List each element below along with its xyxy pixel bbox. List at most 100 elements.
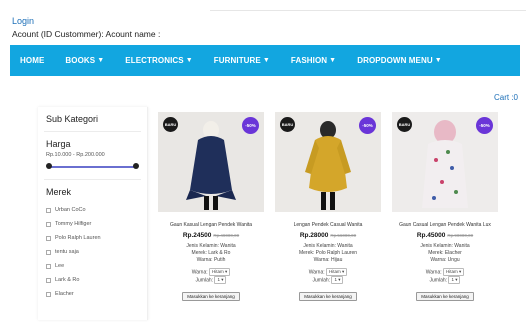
color-select[interactable]: Hitam ▾ [326, 268, 348, 276]
brand-option[interactable]: Polo Ralph Lauren [46, 231, 139, 245]
brand-label: Tommy Hilfiger [55, 221, 92, 227]
product-options: Warna: Hitam ▾ Jumlah: 1 ▾ [275, 268, 381, 285]
price-slider-min-handle[interactable] [46, 163, 52, 169]
product-details: Jenis Kelamin: Wanita Merek: Lark & Ro W… [158, 243, 264, 264]
product-card[interactable]: BARU -50% Gaun Kasual Lengan Pendek Wani… [158, 112, 264, 322]
brand-checkbox[interactable] [46, 221, 51, 227]
brand-checkbox[interactable] [46, 263, 51, 269]
caret-down-icon: ▼ [185, 57, 193, 64]
product-price: Rp.24500 [182, 232, 212, 239]
qty-select-value: 1 [217, 277, 220, 283]
nav-electronics-label: ELECTRONICS [125, 56, 184, 65]
price-range-label: Rp.10.000 - Rp.200.000 [46, 152, 105, 158]
product-color: Warna: Hijau [313, 257, 343, 263]
color-select-label: Warna: [425, 269, 442, 276]
nav-home-label: HOME [20, 56, 45, 65]
color-select-label: Warna: [191, 269, 208, 276]
price-slider[interactable] [46, 162, 139, 172]
brand-label: Polo Ralph Lauren [55, 235, 101, 241]
brand-label: Elacher [55, 291, 74, 297]
product-image[interactable]: BARU -50% [392, 112, 498, 212]
discount-badge: -50% [359, 117, 376, 134]
product-name[interactable]: Lengan Pendek Casual Wanita [275, 222, 381, 228]
color-select-value: Hitam [212, 269, 224, 274]
product-color: Warna: Ungu [430, 257, 460, 263]
nav-books-label: BOOKS [65, 56, 96, 65]
brand-checkbox[interactable] [46, 235, 51, 241]
price-slider-max-handle[interactable] [133, 163, 139, 169]
brand-option[interactable]: Tommy Hilfiger [46, 217, 139, 231]
qty-select[interactable]: 1 ▾ [448, 276, 461, 285]
product-brand: Merek: Lark & Ro [191, 250, 231, 256]
product-old-price: Rp.56000,00 [330, 233, 357, 238]
qty-select[interactable]: 1 ▾ [214, 276, 227, 285]
brand-label: Lark & Ro [55, 277, 80, 283]
sub-category-section[interactable]: Sub Kategori [38, 107, 147, 131]
brand-filter: Merek Urban CoCo Tommy Hilfiger Polo Ral… [38, 180, 147, 308]
product-image[interactable]: BARU -50% [158, 112, 264, 212]
product-card[interactable]: BARU -50% Gaun Casual Lengan Pendek Wani… [392, 112, 498, 322]
product-old-price: Rp.90000,00 [447, 233, 474, 238]
nav-books[interactable]: BOOKS ▼ [65, 56, 104, 65]
brand-checkbox[interactable] [46, 207, 51, 213]
caret-down-icon: ▼ [262, 57, 270, 64]
nav-home[interactable]: HOME [20, 56, 44, 65]
qty-select-label: Jumlah: [312, 277, 331, 284]
product-price: Rp.45000 [416, 232, 446, 239]
discount-badge: -50% [476, 117, 493, 134]
product-card[interactable]: BARU -50% Lengan Pendek Casual Wanita Rp… [275, 112, 381, 322]
nav-furniture[interactable]: FURNITURE ▼ [214, 56, 270, 65]
nav-electronics[interactable]: ELECTRONICS ▼ [125, 56, 192, 65]
brand-label: Lee [55, 263, 65, 269]
brand-list: Urban CoCo Tommy Hilfiger Polo Ralph Lau… [46, 203, 139, 301]
add-to-cart-button[interactable]: Masukkan ke keranjang [416, 291, 474, 301]
price-row: Rp.24500 Rp.49000,00 [158, 232, 264, 239]
product-details: Jenis Kelamin: Wanita Merek: Polo Ralph … [275, 243, 381, 264]
color-select[interactable]: Hitam ▾ [209, 268, 231, 276]
nav-fashion[interactable]: FASHION ▼ [291, 56, 336, 65]
qty-select-value: 1 [334, 277, 337, 283]
price-filter: Harga Rp.10.000 - Rp.200.000 [38, 132, 147, 179]
product-name[interactable]: Gaun Kasual Lengan Pendek Wanita [158, 222, 264, 228]
qty-select[interactable]: 1 ▾ [331, 276, 344, 285]
caret-down-icon: ▼ [329, 57, 337, 64]
cart-link[interactable]: Cart :0 [494, 93, 518, 102]
top-divider [210, 10, 526, 11]
color-select[interactable]: Hitam ▾ [443, 268, 465, 276]
brand-checkbox[interactable] [46, 291, 51, 297]
add-to-cart-button[interactable]: Masukkan ke keranjang [182, 291, 240, 301]
product-price: Rp.28000 [299, 232, 329, 239]
product-gender: Jenis Kelamin: Wanita [303, 243, 353, 249]
product-name[interactable]: Gaun Casual Lengan Pendek Wanita Lux [392, 222, 498, 228]
login-link[interactable]: Login [12, 16, 34, 26]
brand-checkbox[interactable] [46, 249, 51, 255]
brand-checkbox[interactable] [46, 277, 51, 283]
qty-select-label: Jumlah: [429, 277, 448, 284]
product-options: Warna: Hitam ▾ Jumlah: 1 ▾ [392, 268, 498, 285]
brand-option[interactable]: Urban CoCo [46, 203, 139, 217]
new-badge: BARU [280, 117, 295, 132]
brand-option[interactable]: Lee [46, 259, 139, 273]
new-badge: BARU [397, 117, 412, 132]
product-brand: Merek: Polo Ralph Lauren [298, 250, 358, 256]
brand-option[interactable]: Elacher [46, 287, 139, 301]
color-select-label: Warna: [308, 269, 325, 276]
qty-select-label: Jumlah: [195, 277, 214, 284]
product-image[interactable]: BARU -50% [275, 112, 381, 212]
main-navbar: HOME BOOKS ▼ ELECTRONICS ▼ FURNITURE ▼ FASH… [10, 45, 520, 76]
add-to-cart-button[interactable]: Masukkan ke keranjang [299, 291, 357, 301]
brand-option[interactable]: Lark & Ro [46, 273, 139, 287]
brand-label: Urban CoCo [55, 207, 86, 213]
filter-sidebar: Sub Kategori Harga Rp.10.000 - Rp.200.00… [38, 107, 148, 320]
price-title: Harga [46, 139, 71, 149]
nav-dropdown-label: DROPDOWN MENU [357, 56, 433, 65]
color-select-value: Hitam [329, 269, 341, 274]
nav-furniture-label: FURNITURE [213, 56, 261, 65]
brand-title: Merek [46, 187, 72, 197]
product-gender: Jenis Kelamin: Wanita [420, 243, 470, 249]
price-row: Rp.45000 Rp.90000,00 [392, 232, 498, 239]
product-details: Jenis Kelamin: Wanita Merek: Elacher War… [392, 243, 498, 264]
brand-option[interactable]: tentu saja [46, 245, 139, 259]
account-info: Acount (ID Custommer): Acount name : [12, 29, 161, 39]
nav-dropdown-menu[interactable]: DROPDOWN MENU ▼ [357, 56, 442, 65]
